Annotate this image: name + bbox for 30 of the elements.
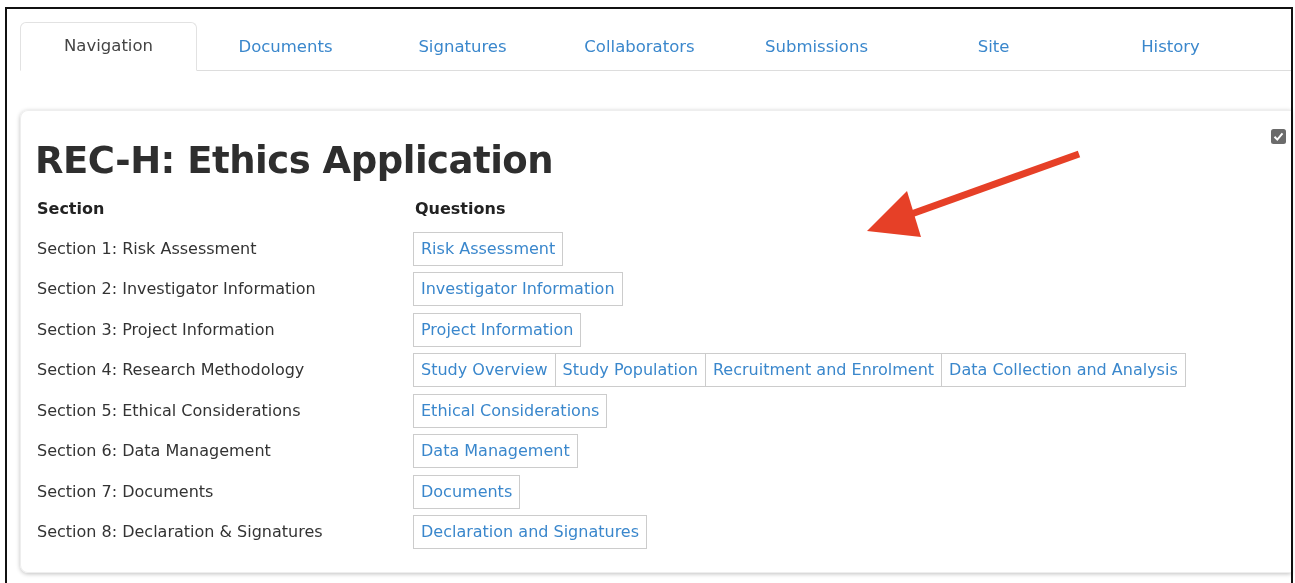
question-link[interactable]: Risk Assessment xyxy=(413,231,564,266)
section-name: Section 6: Data Management xyxy=(36,440,272,463)
question-link[interactable]: Documents xyxy=(413,474,521,509)
tab[interactable]: History xyxy=(1082,22,1259,71)
section-name: Section 5: Ethical Considerations xyxy=(36,399,302,422)
question-link[interactable]: Data Management xyxy=(413,434,578,469)
question-link[interactable]: Study Overview xyxy=(413,353,556,388)
question-link[interactable]: Study Population xyxy=(554,353,706,388)
question-link[interactable]: Investigator Information xyxy=(413,272,623,307)
question-link[interactable]: Data Collection and Analysis xyxy=(941,353,1186,388)
question-link[interactable]: Ethical Considerations xyxy=(413,393,608,428)
tab[interactable]: Signatures xyxy=(374,22,551,71)
section-name: Section 3: Project Information xyxy=(36,318,276,341)
page-title: REC-H: Ethics Application xyxy=(35,139,555,184)
section-name: Section 2: Investigator Information xyxy=(36,278,317,301)
tab[interactable]: Site xyxy=(905,22,1082,71)
tab[interactable]: Navigation xyxy=(20,22,197,71)
tab[interactable]: Submissions xyxy=(728,22,905,71)
section-name: Section 1: Risk Assessment xyxy=(36,237,258,260)
column-header: Section xyxy=(36,198,106,221)
column-header: Questions xyxy=(414,198,507,221)
checkbox[interactable] xyxy=(1271,129,1286,144)
question-link[interactable]: Project Information xyxy=(413,312,582,347)
question-link[interactable]: Declaration and Signatures xyxy=(413,515,648,550)
section-name: Section 8: Declaration & Signatures xyxy=(36,521,324,544)
question-link[interactable]: Recruitment and Enrolment xyxy=(704,353,943,388)
tab[interactable]: Collaborators xyxy=(551,22,728,71)
section-name: Section 4: Research Methodology xyxy=(36,359,306,382)
section-name: Section 7: Documents xyxy=(36,480,215,503)
tab[interactable]: Documents xyxy=(197,22,374,71)
